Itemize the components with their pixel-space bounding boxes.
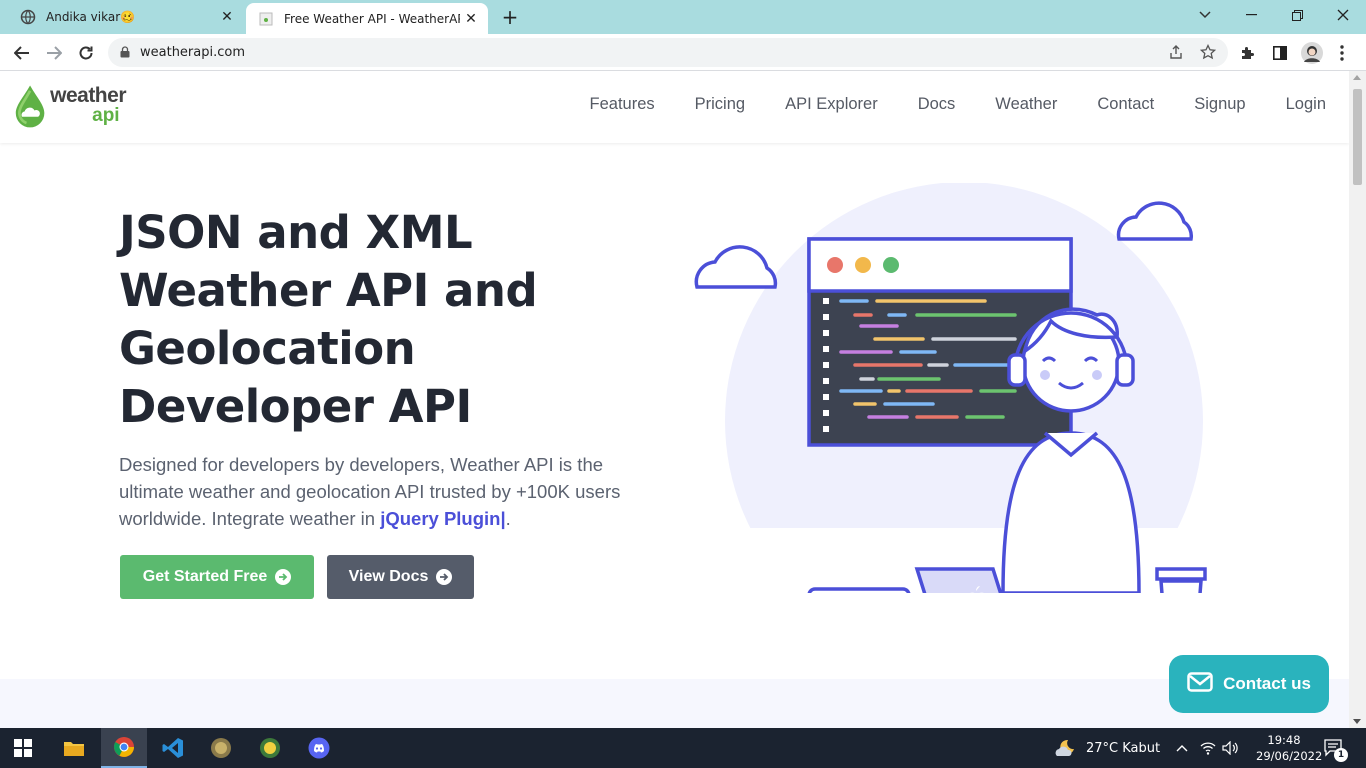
scroll-up-arrow-icon[interactable] bbox=[1353, 75, 1361, 80]
hero-title-line: JSON and XML bbox=[119, 206, 473, 259]
app-icon-1[interactable] bbox=[198, 728, 244, 768]
features-section-band bbox=[0, 679, 1349, 728]
share-icon[interactable] bbox=[1163, 39, 1189, 65]
developer-illustration bbox=[685, 183, 1245, 593]
clock-time: 19:48 bbox=[1267, 733, 1301, 747]
show-hidden-icons-chevron-icon[interactable] bbox=[1176, 728, 1188, 768]
hero-title-line: Weather API and bbox=[119, 264, 538, 317]
weatherapi-logo[interactable]: weather api bbox=[14, 80, 126, 132]
contact-us-button[interactable]: Contact us bbox=[1169, 655, 1329, 713]
nav-weather[interactable]: Weather bbox=[995, 95, 1057, 114]
nav-contact[interactable]: Contact bbox=[1097, 95, 1154, 114]
globe-icon bbox=[20, 9, 36, 25]
restore-icon[interactable] bbox=[1274, 0, 1320, 30]
logo-word-api: api bbox=[92, 105, 120, 126]
hero-desc-text: Designed for developers by developers, W… bbox=[119, 454, 621, 529]
browser-tab-strip: Andika vikar🥴 ✕ Free Weather API - Weath… bbox=[0, 0, 1366, 34]
nav-docs[interactable]: Docs bbox=[918, 95, 956, 114]
hero-title-line: Developer API bbox=[119, 380, 472, 433]
extensions-puzzle-icon[interactable] bbox=[1234, 39, 1262, 67]
typed-highlight: jQuery Plugin| bbox=[380, 508, 506, 529]
notification-badge: 1 bbox=[1334, 748, 1348, 762]
contact-label: Contact us bbox=[1223, 674, 1311, 693]
browser-tab[interactable]: Andika vikar🥴 ✕ bbox=[8, 0, 244, 34]
window-close-icon[interactable] bbox=[1320, 0, 1366, 30]
taskbar-clock[interactable]: 19:48 29/06/2022 bbox=[1256, 732, 1323, 764]
url-text: weatherapi.com bbox=[140, 45, 246, 60]
side-panel-icon[interactable] bbox=[1266, 39, 1294, 67]
hero-description: Designed for developers by developers, W… bbox=[119, 451, 659, 532]
scroll-down-arrow-icon[interactable] bbox=[1353, 719, 1361, 724]
hero-title-line: Geolocation bbox=[119, 322, 416, 375]
app-icon-2[interactable] bbox=[247, 728, 293, 768]
page-scrollbar[interactable] bbox=[1349, 71, 1366, 728]
lock-icon[interactable] bbox=[120, 43, 130, 62]
back-arrow-icon[interactable] bbox=[8, 39, 36, 67]
discord-icon[interactable] bbox=[296, 728, 342, 768]
nav-signup[interactable]: Signup bbox=[1194, 95, 1245, 114]
logo-drop-icon bbox=[15, 85, 45, 128]
forward-arrow-icon[interactable] bbox=[40, 39, 68, 67]
close-icon[interactable]: ✕ bbox=[216, 6, 238, 28]
new-tab-plus-icon[interactable]: + bbox=[498, 5, 522, 29]
file-explorer-icon[interactable] bbox=[51, 728, 97, 768]
hero-title: JSON and XML Weather API and Geolocation… bbox=[119, 204, 679, 436]
main-nav: Features Pricing API Explorer Docs Weath… bbox=[590, 95, 1326, 114]
minimize-icon[interactable] bbox=[1228, 0, 1274, 30]
browser-tab-active[interactable]: Free Weather API - WeatherAPI.c ✕ bbox=[246, 3, 488, 34]
nav-features[interactable]: Features bbox=[590, 95, 655, 114]
get-started-free-button[interactable]: Get Started Free bbox=[120, 555, 314, 599]
favicon-icon bbox=[258, 11, 274, 27]
reload-icon[interactable] bbox=[72, 39, 100, 67]
envelope-icon bbox=[1187, 671, 1213, 697]
chrome-icon[interactable] bbox=[101, 728, 147, 768]
browser-toolbar: weatherapi.com bbox=[0, 34, 1366, 71]
hero-desc-end: . bbox=[505, 508, 511, 529]
close-icon[interactable]: ✕ bbox=[460, 8, 482, 30]
logo-word-weather: weather bbox=[50, 84, 126, 107]
windows-start-icon[interactable] bbox=[0, 728, 46, 768]
notification-center-icon[interactable]: 1 bbox=[1324, 728, 1348, 768]
address-bar[interactable]: weatherapi.com bbox=[108, 38, 1228, 67]
speaker-icon[interactable] bbox=[1222, 728, 1240, 768]
wifi-icon[interactable] bbox=[1200, 728, 1216, 768]
button-label: Get Started Free bbox=[142, 568, 268, 585]
scrollbar-thumb[interactable] bbox=[1353, 89, 1362, 185]
arrow-circle-right-icon bbox=[436, 569, 453, 585]
tab-title: Andika vikar🥴 bbox=[46, 10, 136, 24]
weather-moon-cloud-icon bbox=[1055, 739, 1074, 756]
more-menu-icon[interactable] bbox=[1328, 39, 1356, 67]
vscode-icon[interactable] bbox=[150, 728, 196, 768]
arrow-circle-right-icon bbox=[275, 569, 292, 585]
weather-text: 27°C Kabut bbox=[1086, 740, 1161, 756]
profile-avatar[interactable] bbox=[1298, 39, 1326, 67]
clock-date: 29/06/2022 bbox=[1256, 749, 1323, 763]
site-header: weather api Features Pricing API Explore… bbox=[0, 71, 1349, 143]
bookmark-star-icon[interactable] bbox=[1195, 39, 1221, 65]
button-label: View Docs bbox=[348, 568, 429, 585]
nav-login[interactable]: Login bbox=[1286, 95, 1326, 114]
view-docs-button[interactable]: View Docs bbox=[327, 555, 474, 599]
weather-widget[interactable]: 27°C Kabut bbox=[1054, 728, 1160, 768]
nav-pricing[interactable]: Pricing bbox=[695, 95, 745, 114]
web-page: weather api Features Pricing API Explore… bbox=[0, 71, 1349, 728]
windows-taskbar: 27°C Kabut 19:48 29/06/2022 1 bbox=[0, 728, 1366, 768]
tab-title: Free Weather API - WeatherAPI.c bbox=[284, 11, 460, 26]
tab-search-chevron-icon[interactable] bbox=[1182, 0, 1228, 30]
nav-api-explorer[interactable]: API Explorer bbox=[785, 95, 878, 114]
